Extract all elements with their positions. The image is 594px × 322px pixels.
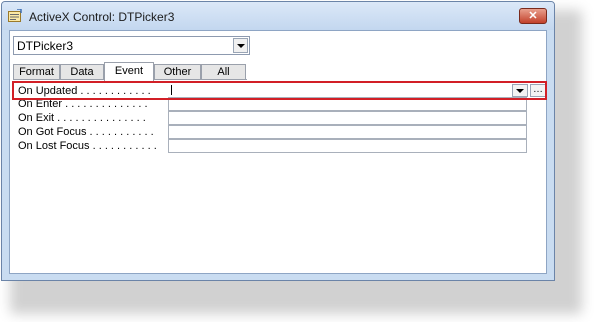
- property-row-on-got-focus[interactable]: On Got Focus . . . . . . . . . . .: [18, 125, 528, 139]
- property-label: On Lost Focus . . . . . . . . . . .: [18, 140, 157, 152]
- tab-all[interactable]: All: [201, 64, 246, 80]
- property-row-on-exit[interactable]: On Exit . . . . . . . . . . . . . . .: [18, 111, 528, 125]
- tab-strip: Format Data Event Other All: [13, 62, 253, 81]
- property-row-on-lost-focus[interactable]: On Lost Focus . . . . . . . . . . .: [18, 139, 528, 153]
- property-sheet-body: DTPicker3 Format Data Event Other All On…: [9, 30, 547, 274]
- property-sheet-window: ActiveX Control: DTPicker3 ✕ DTPicker3 F…: [1, 1, 555, 281]
- property-sheet-icon: [8, 9, 22, 22]
- close-button[interactable]: ✕: [519, 8, 547, 24]
- tab-format[interactable]: Format: [13, 64, 60, 80]
- title-bar[interactable]: ActiveX Control: DTPicker3 ✕: [2, 2, 554, 30]
- property-label: On Got Focus . . . . . . . . . . .: [18, 126, 154, 138]
- property-value-input[interactable]: [168, 111, 527, 125]
- property-label: On Exit . . . . . . . . . . . . . . .: [18, 112, 146, 124]
- property-value-input[interactable]: [168, 125, 527, 139]
- property-value-input[interactable]: [168, 139, 527, 153]
- tab-data[interactable]: Data: [60, 64, 104, 80]
- tab-event[interactable]: Event: [104, 62, 154, 81]
- selection-highlight: [12, 81, 547, 100]
- control-selector-value: DTPicker3: [17, 39, 74, 53]
- tab-other[interactable]: Other: [154, 64, 201, 80]
- control-selector-combo[interactable]: DTPicker3: [13, 36, 250, 55]
- close-icon: ✕: [528, 10, 538, 22]
- window-title: ActiveX Control: DTPicker3: [29, 10, 175, 24]
- dropdown-arrow-icon[interactable]: [233, 38, 248, 53]
